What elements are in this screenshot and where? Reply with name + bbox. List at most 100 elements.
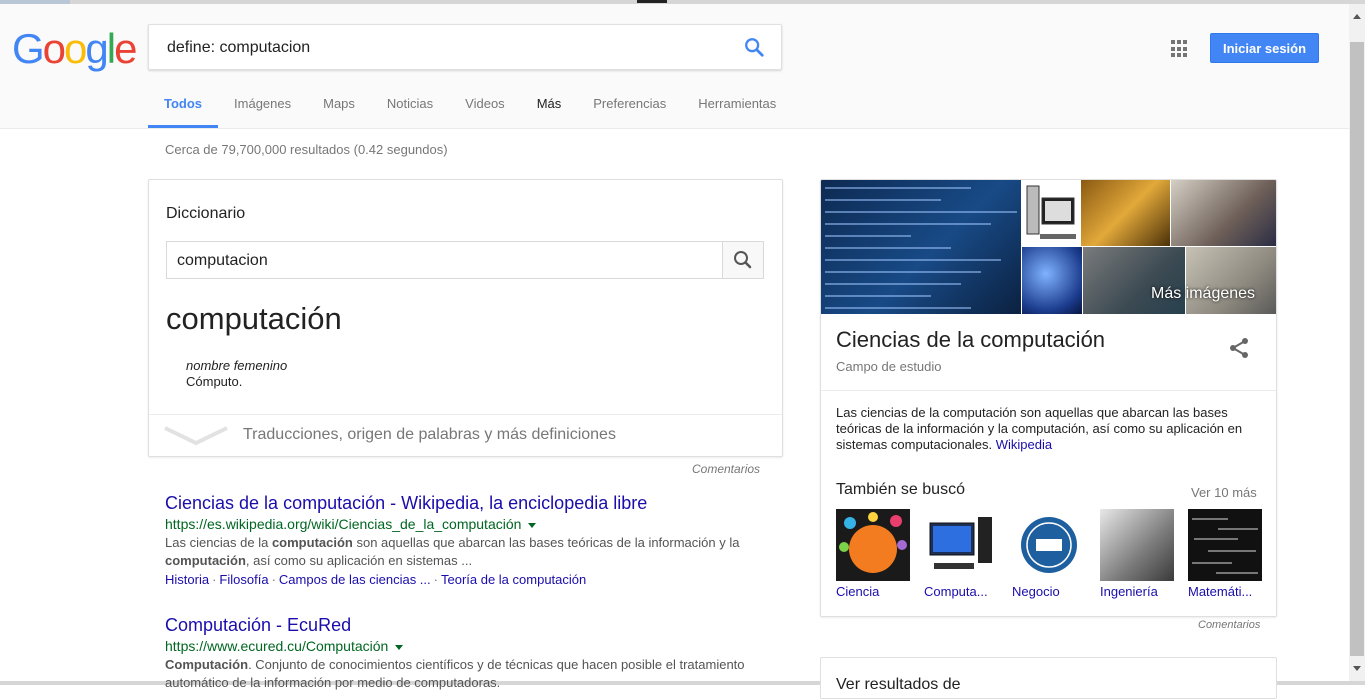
sitelink[interactable]: Teoría de la computación — [441, 572, 586, 587]
knowledge-panel: Más imágenes Ciencias de la computación … — [820, 179, 1277, 617]
sitelink[interactable]: Historia — [165, 572, 209, 587]
tab-noticias[interactable]: Noticias — [371, 92, 449, 128]
tab-mas[interactable]: Más — [521, 92, 578, 128]
related-item[interactable]: Computa... — [924, 509, 998, 599]
apps-grid-icon[interactable] — [1171, 40, 1189, 58]
result-url-text: https://www.ecured.cu/Computación — [165, 638, 389, 654]
result-snippet: Las ciencias de la computación son aquel… — [165, 534, 765, 570]
scroll-down-icon[interactable] — [1353, 666, 1361, 671]
result-title[interactable]: Computación - EcuRed — [165, 614, 765, 636]
more-images-link[interactable]: Más imágenes — [1151, 285, 1255, 303]
search-icon[interactable] — [743, 36, 765, 58]
logo-letter: o — [64, 25, 87, 72]
feedback-link[interactable]: Comentarios — [1198, 619, 1260, 631]
tab-maps[interactable]: Maps — [307, 92, 371, 128]
circuit-image[interactable] — [1081, 180, 1170, 246]
panel-subtitle: Campo de estudio — [836, 359, 942, 374]
classroom-image[interactable] — [1171, 180, 1276, 246]
dictionary-card: Diccionario computación nombre femenino … — [148, 179, 783, 457]
thumbnail — [836, 509, 910, 581]
also-searched-title: También se buscó — [836, 481, 965, 498]
thumbnail — [1100, 509, 1174, 581]
snippet-text: . Conjunto de conocimientos científicos … — [165, 657, 745, 690]
dictionary-more-link[interactable]: Traducciones, origen de palabras y más d… — [243, 426, 616, 444]
code-image[interactable] — [821, 180, 1021, 314]
scrollbar-thumb[interactable] — [1350, 42, 1364, 656]
logo-letter: o — [42, 25, 66, 72]
thumbnail — [1188, 509, 1262, 581]
signin-button[interactable]: Iniciar sesión — [1210, 33, 1319, 63]
part-of-speech: nombre femenino — [186, 358, 288, 373]
dictionary-title: Diccionario — [166, 205, 246, 222]
google-logo[interactable]: Google — [12, 25, 137, 72]
search-box — [148, 24, 782, 70]
panel-title: Ciencias de la computación — [836, 327, 1106, 352]
snippet-text: son aquellas que abarcan las bases teóri… — [352, 535, 740, 550]
search-result: Ciencias de la computación - Wikipedia, … — [165, 492, 765, 590]
snippet-bold: Computación — [165, 657, 249, 672]
header: Google Iniciar sesión Todos Imágenes Map… — [0, 4, 1349, 129]
definition-text: Cómputo. — [186, 374, 243, 389]
image-collage[interactable]: Más imágenes — [821, 180, 1276, 314]
related-item-label: Computa... — [924, 584, 988, 599]
sitelinks: Historia · Filosofía · Campos de las ciencia… — [165, 572, 587, 587]
share-icon[interactable] — [1227, 336, 1251, 360]
dictionary-search — [166, 241, 764, 279]
snippet-bold: computación — [271, 535, 353, 550]
result-url-text: https://es.wikipedia.org/wiki/Ciencias_d… — [165, 516, 522, 532]
related-item-label: Ciencia — [836, 584, 880, 599]
browser-tab-indicator — [637, 0, 667, 3]
related-results-card: Ver resultados de — [820, 657, 1277, 699]
result-snippet: Computación. Conjunto de conocimientos c… — [165, 656, 765, 692]
related-item[interactable]: Ciencia — [836, 509, 910, 599]
related-item-label: Matemáti... — [1188, 584, 1253, 599]
thumbnail — [1012, 509, 1086, 581]
chevron-down-icon — [164, 426, 228, 446]
related-item[interactable]: Matemáti... — [1188, 509, 1262, 599]
result-stats: Cerca de 79,700,000 resultados (0.42 seg… — [165, 142, 448, 157]
logo-letter: l — [106, 25, 116, 72]
lab-image[interactable] — [1186, 247, 1276, 314]
tab-imagenes[interactable]: Imágenes — [218, 92, 307, 128]
globe-image[interactable] — [1022, 247, 1082, 314]
panel-description: Las ciencias de la computación son aquel… — [836, 405, 1266, 453]
feedback-link[interactable]: Comentarios — [692, 462, 760, 476]
thumbnail — [924, 509, 998, 581]
caret-down-icon[interactable] — [528, 522, 537, 528]
related-item[interactable]: Ingeniería — [1100, 509, 1174, 599]
tab-todos[interactable]: Todos — [148, 92, 219, 128]
sitelink[interactable]: Campos de las ciencias ... — [279, 572, 431, 587]
wikipedia-link[interactable]: Wikipedia — [996, 437, 1052, 452]
logo-letter: g — [85, 25, 108, 72]
result-url: https://www.ecured.cu/Computación — [165, 636, 765, 656]
result-url: https://es.wikipedia.org/wiki/Ciencias_d… — [165, 514, 765, 534]
dictionary-word: computación — [166, 301, 342, 336]
search-icon — [734, 251, 752, 269]
related-item-label: Ingeniería — [1100, 584, 1158, 599]
tab-videos[interactable]: Videos — [449, 92, 521, 128]
search-tabs: Todos Imágenes Maps Noticias Videos Más … — [148, 92, 792, 128]
search-input[interactable] — [165, 35, 729, 61]
student-image[interactable] — [1083, 247, 1185, 314]
logo-letter: G — [12, 25, 45, 72]
result-title[interactable]: Ciencias de la computación - Wikipedia, … — [165, 492, 765, 514]
see-more-link[interactable]: Ver 10 más — [1191, 485, 1257, 500]
scroll-up-icon[interactable] — [1353, 14, 1361, 19]
related-item-label: Negocio — [1012, 584, 1060, 599]
logo-letter: e — [114, 25, 137, 72]
vertical-scrollbar[interactable] — [1349, 4, 1365, 685]
tab-herramientas[interactable]: Herramientas — [682, 92, 792, 128]
also-searched-list: Ciencia Computa... Negocio Ingeniería Ma… — [836, 509, 1276, 604]
snippet-text: , así como su aplicación en sistemas ... — [245, 553, 473, 568]
related-item[interactable]: Negocio — [1012, 509, 1086, 599]
search-result: Computación - EcuRed https://www.ecured.… — [165, 614, 765, 692]
tab-preferencias[interactable]: Preferencias — [577, 92, 682, 128]
computer-image[interactable] — [1022, 180, 1080, 246]
snippet-bold: computación — [165, 553, 246, 568]
dictionary-search-button[interactable] — [722, 242, 763, 278]
caret-down-icon[interactable] — [395, 644, 404, 650]
divider — [821, 390, 1276, 391]
dictionary-search-input[interactable] — [175, 251, 719, 271]
dictionary-expand[interactable]: Traducciones, origen de palabras y más d… — [149, 414, 782, 457]
sitelink[interactable]: Filosofía — [219, 572, 268, 587]
